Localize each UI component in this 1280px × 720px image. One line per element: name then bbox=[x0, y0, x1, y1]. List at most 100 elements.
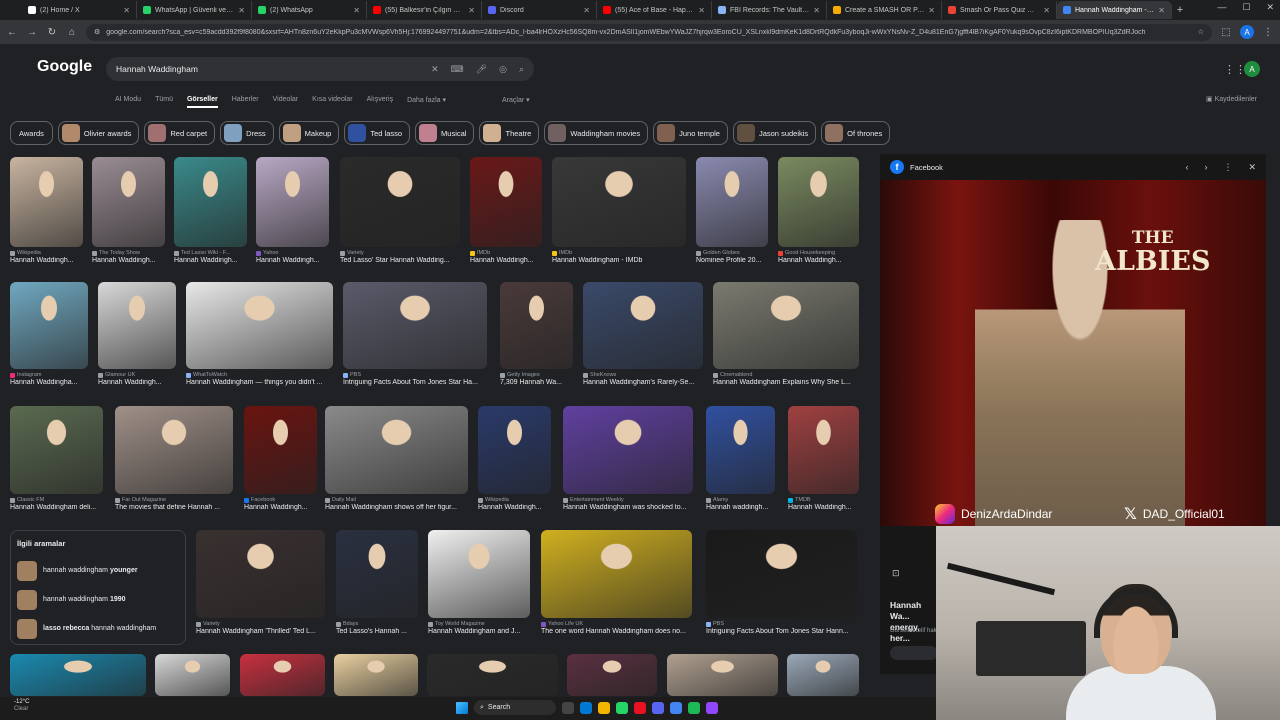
obs-icon[interactable] bbox=[706, 701, 718, 714]
account-avatar[interactable]: A bbox=[1244, 61, 1260, 77]
taskbar-search[interactable]: ⌕ Search bbox=[474, 700, 556, 715]
image-result[interactable]: Ted Lasso Wiki - F... Hannah Waddingh... bbox=[174, 157, 247, 264]
image-result[interactable]: Entertainment Weekly Hannah Waddingham wa… bbox=[563, 406, 693, 511]
image-result[interactable] bbox=[667, 654, 778, 696]
image-caption[interactable]: Hannah Waddingh... bbox=[174, 257, 247, 264]
image-result[interactable]: Cinemablend Hannah Waddingham Explains Wh… bbox=[713, 282, 859, 386]
image-caption[interactable]: Hannah Waddingham - IMDb bbox=[552, 257, 686, 264]
image-result[interactable]: Good Housekeeping Hannah Waddingh... bbox=[778, 157, 859, 264]
image-thumbnail[interactable] bbox=[186, 282, 333, 369]
image-caption[interactable]: Hannah waddingh... bbox=[706, 504, 775, 511]
image-result[interactable]: Alamy Hannah waddingh... bbox=[706, 406, 775, 511]
image-result[interactable]: Instagram Hannah Waddingha... bbox=[10, 282, 88, 386]
image-caption[interactable]: Hannah Waddingham's Rarely-Se... bbox=[583, 379, 703, 386]
image-thumbnail[interactable] bbox=[174, 157, 247, 247]
profile-avatar[interactable]: A bbox=[1240, 25, 1254, 39]
image-result[interactable]: Far Out Magazine The movies that define H… bbox=[115, 406, 233, 511]
image-thumbnail[interactable] bbox=[244, 406, 317, 494]
image-caption[interactable]: Intriguing Facts About Tom Jones Star Ha… bbox=[706, 628, 857, 635]
image-thumbnail[interactable] bbox=[706, 530, 857, 618]
image-thumbnail[interactable] bbox=[470, 157, 542, 247]
youtube-icon[interactable] bbox=[634, 701, 646, 714]
windows-start-icon[interactable] bbox=[456, 701, 468, 714]
image-caption[interactable]: Nominee Profile 20... bbox=[696, 257, 768, 264]
image-result[interactable]: WhatToWatch Hannah Waddingham — things yo… bbox=[186, 282, 333, 386]
whatsapp-icon[interactable] bbox=[616, 701, 628, 714]
spotify-icon[interactable] bbox=[688, 701, 700, 714]
image-thumbnail[interactable] bbox=[706, 406, 775, 494]
image-thumbnail[interactable] bbox=[563, 406, 693, 494]
image-caption[interactable]: Intriguing Facts About Tom Jones Star Ha… bbox=[343, 379, 487, 386]
image-thumbnail[interactable] bbox=[567, 654, 657, 696]
discord-icon[interactable] bbox=[652, 701, 664, 714]
image-thumbnail[interactable] bbox=[696, 157, 768, 247]
image-thumbnail[interactable] bbox=[427, 654, 558, 696]
file-explorer-icon[interactable] bbox=[598, 701, 610, 714]
image-caption[interactable]: Hannah Waddingh... bbox=[244, 504, 317, 511]
edge-icon[interactable] bbox=[580, 701, 592, 714]
tab-close-icon[interactable]: ✕ bbox=[928, 6, 935, 15]
image-caption[interactable]: Hannah Waddingham was shocked to... bbox=[563, 504, 693, 511]
image-thumbnail[interactable] bbox=[196, 530, 325, 618]
image-caption[interactable]: The movies that define Hannah ... bbox=[115, 504, 233, 511]
image-caption[interactable]: Hannah Waddingh... bbox=[92, 257, 165, 264]
lens-search-icon[interactable]: ⊡ bbox=[892, 568, 900, 579]
image-result[interactable] bbox=[334, 654, 418, 696]
saved-link[interactable]: ▣ Kaydedilenler bbox=[1206, 95, 1257, 103]
image-result[interactable]: Wikipedia Hannah Waddingh... bbox=[10, 157, 83, 264]
image-result[interactable]: Toy World Magazine Hannah Waddingham and … bbox=[428, 530, 530, 635]
image-caption[interactable]: Hannah Waddingh... bbox=[778, 257, 859, 264]
image-thumbnail[interactable] bbox=[92, 157, 165, 247]
close-window-icon[interactable]: ✕ bbox=[1266, 2, 1274, 13]
image-result[interactable]: Bdays Ted Lasso's Hannah ... bbox=[336, 530, 418, 635]
image-thumbnail[interactable] bbox=[667, 654, 778, 696]
new-tab-icon[interactable]: + bbox=[1172, 4, 1188, 16]
image-result[interactable]: Variety Hannah Waddingham 'Thrilled' Ted … bbox=[196, 530, 325, 635]
image-result[interactable]: Yahoo Life UK The one word Hannah Wadding… bbox=[541, 530, 692, 635]
image-thumbnail[interactable] bbox=[500, 282, 573, 369]
image-result[interactable]: Variety Ted Lasso' Star Hannah Wadding... bbox=[340, 157, 460, 264]
image-caption[interactable]: Hannah Waddingham Explains Why She L... bbox=[713, 379, 859, 386]
image-caption[interactable]: Hannah Waddingha... bbox=[10, 379, 88, 386]
preview-image[interactable]: THE ALBIES DenizArdaDindar 𝕏 DAD_Officia… bbox=[880, 180, 1266, 526]
image-result[interactable]: PBS Intriguing Facts About Tom Jones Star… bbox=[706, 530, 857, 635]
image-thumbnail[interactable] bbox=[155, 654, 230, 696]
browser-tab[interactable]: Hannah Waddingham - Goog✕ bbox=[1057, 1, 1172, 19]
image-thumbnail[interactable] bbox=[541, 530, 692, 618]
image-result[interactable] bbox=[10, 654, 146, 696]
image-thumbnail[interactable] bbox=[10, 654, 146, 696]
image-thumbnail[interactable] bbox=[583, 282, 703, 369]
preview-title[interactable]: Hannah Wa... energy, her... bbox=[890, 600, 938, 644]
menu-icon[interactable]: ⋮ bbox=[1262, 27, 1274, 38]
preview-site-name[interactable]: Facebook bbox=[910, 163, 1179, 172]
image-result[interactable]: Getty Images 7,309 Hannah Wa... bbox=[500, 282, 573, 386]
image-result[interactable]: TMDB Hannah Waddingh... bbox=[788, 406, 859, 511]
next-image-icon[interactable]: › bbox=[1204, 162, 1207, 173]
image-result[interactable]: The Today Show Hannah Waddingh... bbox=[92, 157, 165, 264]
image-thumbnail[interactable] bbox=[115, 406, 233, 494]
close-preview-icon[interactable]: ✕ bbox=[1248, 162, 1256, 173]
visit-button[interactable] bbox=[890, 646, 938, 660]
image-caption[interactable]: Hannah Waddingh... bbox=[10, 257, 83, 264]
image-thumbnail[interactable] bbox=[428, 530, 530, 618]
related-search-item[interactable]: lasso rebecca hannah waddingham bbox=[17, 614, 179, 643]
extensions-icon[interactable]: ⬚ bbox=[1220, 27, 1232, 38]
weather-widget[interactable]: -12°C Clear bbox=[14, 699, 29, 713]
image-caption[interactable]: 7,309 Hannah Wa... bbox=[500, 379, 573, 386]
image-thumbnail[interactable] bbox=[787, 654, 859, 696]
image-thumbnail[interactable] bbox=[713, 282, 859, 369]
image-thumbnail[interactable] bbox=[10, 157, 83, 247]
image-thumbnail[interactable] bbox=[788, 406, 859, 494]
image-caption[interactable]: Hannah Waddingh... bbox=[98, 379, 176, 386]
image-thumbnail[interactable] bbox=[10, 282, 88, 369]
image-result[interactable] bbox=[787, 654, 859, 696]
more-options-icon[interactable]: ⋮ bbox=[1223, 162, 1232, 173]
image-thumbnail[interactable] bbox=[552, 157, 686, 247]
chrome-icon[interactable] bbox=[670, 701, 682, 714]
image-result[interactable]: Golden Globes Nominee Profile 20... bbox=[696, 157, 768, 264]
image-thumbnail[interactable] bbox=[334, 654, 418, 696]
image-result[interactable]: Classic FM Hannah Waddingham deli... bbox=[10, 406, 103, 511]
image-result[interactable] bbox=[240, 654, 325, 696]
image-caption[interactable]: The one word Hannah Waddingham does no..… bbox=[541, 628, 692, 635]
image-result[interactable] bbox=[427, 654, 558, 696]
